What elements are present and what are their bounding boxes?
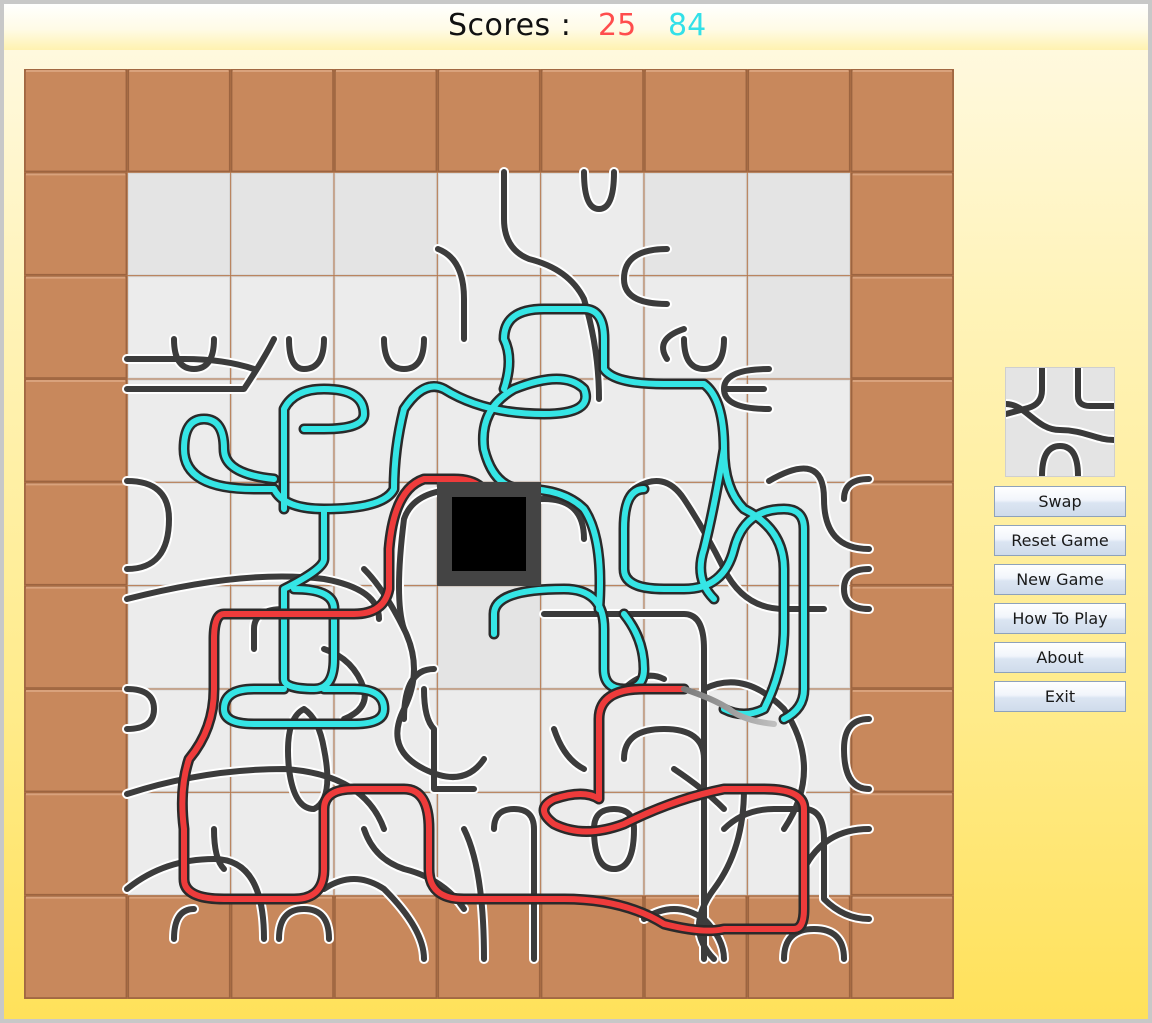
empty-tile[interactable] bbox=[127, 172, 231, 276]
score-bar: Scores : 25 84 bbox=[4, 4, 1148, 50]
track-tile[interactable] bbox=[127, 379, 231, 482]
scores-label: Scores : bbox=[448, 8, 572, 43]
border-tile bbox=[850, 69, 954, 173]
border-tile bbox=[230, 69, 334, 173]
game-window: Scores : 25 84 Swap Reset Game New Game … bbox=[4, 4, 1148, 1019]
border-tile bbox=[127, 69, 231, 173]
border-tile bbox=[644, 69, 748, 173]
border-tile bbox=[850, 689, 954, 793]
track-tile[interactable] bbox=[541, 379, 644, 482]
game-board[interactable] bbox=[24, 69, 954, 999]
border-tile bbox=[24, 792, 128, 896]
border-tile bbox=[437, 895, 541, 999]
empty-tile[interactable] bbox=[747, 172, 851, 276]
border-tile bbox=[24, 689, 128, 793]
empty-tile[interactable] bbox=[334, 172, 437, 276]
about-button[interactable]: About bbox=[994, 642, 1126, 673]
center-hole bbox=[452, 497, 526, 571]
reset-game-button[interactable]: Reset Game bbox=[994, 525, 1126, 556]
border-tile bbox=[24, 895, 128, 999]
border-tile bbox=[24, 275, 128, 379]
empty-tile[interactable] bbox=[231, 172, 334, 276]
swap-button[interactable]: Swap bbox=[994, 486, 1126, 517]
empty-tile[interactable] bbox=[747, 276, 851, 379]
border-tile bbox=[850, 379, 954, 483]
how-to-play-button[interactable]: How To Play bbox=[994, 603, 1126, 634]
border-tile bbox=[850, 792, 954, 896]
empty-tile[interactable] bbox=[437, 586, 541, 689]
empty-tile[interactable] bbox=[644, 172, 747, 276]
border-tile bbox=[437, 69, 541, 173]
border-tile bbox=[24, 69, 128, 173]
border-tile bbox=[24, 379, 128, 483]
border-tile bbox=[334, 69, 438, 173]
border-tile bbox=[747, 69, 851, 173]
new-game-button[interactable]: New Game bbox=[994, 564, 1126, 595]
border-tile bbox=[850, 172, 954, 276]
center-tile bbox=[437, 482, 541, 586]
border-tile bbox=[850, 275, 954, 379]
exit-button[interactable]: Exit bbox=[994, 681, 1126, 712]
border-tile bbox=[850, 585, 954, 689]
border-tile bbox=[850, 895, 954, 999]
board-canvas[interactable] bbox=[24, 69, 954, 999]
border-tile bbox=[24, 172, 128, 276]
next-tile-preview bbox=[1006, 368, 1114, 476]
border-tile bbox=[24, 585, 128, 689]
border-tile bbox=[24, 482, 128, 586]
track-tile[interactable] bbox=[437, 276, 541, 379]
preview-tile-art bbox=[1006, 368, 1114, 476]
cyan-score: 84 bbox=[668, 8, 707, 43]
red-score: 25 bbox=[598, 8, 637, 43]
border-tile bbox=[540, 69, 644, 173]
